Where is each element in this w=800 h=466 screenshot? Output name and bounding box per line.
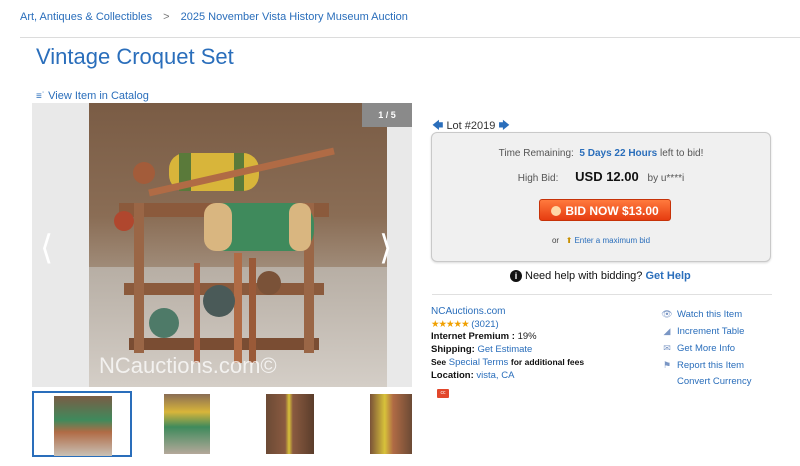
- bid-now-label: BID NOW $13.00: [565, 204, 659, 218]
- watch-item-link[interactable]: 👁 Watch this Item: [661, 306, 751, 323]
- flag-icon: ⚑: [662, 360, 672, 370]
- bidding-help: i Need help with bidding? Get Help: [510, 270, 691, 282]
- thumbnail-strip: [32, 391, 450, 459]
- report-item-link[interactable]: ⚑ Report this Item: [661, 357, 751, 374]
- view-catalog-label: View Item in Catalog: [48, 90, 149, 102]
- arrow-left-icon[interactable]: 🡄: [432, 120, 443, 132]
- photo-watermark: NCauctions.com©: [99, 353, 277, 378]
- breadcrumb-separator: >: [163, 11, 170, 23]
- time-remaining-suffix: left to bid!: [660, 148, 704, 159]
- high-bidder: by u****i: [647, 173, 685, 184]
- bid-panel: Time Remaining: 5 Days 22 Hours left to …: [431, 132, 771, 262]
- chevron-left-icon[interactable]: ⟨: [40, 231, 53, 265]
- breadcrumb: Art, Antiques & Collectibles > 2025 Nove…: [20, 11, 408, 23]
- increment-table-link[interactable]: ◢ Increment Table: [661, 323, 751, 340]
- time-remaining-value: 5 Days 22 Hours: [579, 148, 658, 159]
- item-actions: 👁 Watch this Item ◢ Increment Table ✉ Get M…: [661, 306, 751, 390]
- panel-divider: [432, 294, 772, 295]
- rating-count-link[interactable]: (3021): [471, 319, 498, 330]
- high-bid-amount: USD 12.00: [575, 169, 639, 184]
- arrow-up-icon: ⬆: [565, 236, 573, 245]
- eye-icon: 👁: [661, 309, 673, 319]
- thumbnail-image: [164, 394, 210, 454]
- thumbnail-1[interactable]: [32, 391, 132, 457]
- credit-card-badge-icon: cc: [437, 389, 449, 398]
- shipping-estimate-link[interactable]: Get Estimate: [477, 344, 532, 355]
- thumbnail-2[interactable]: [138, 391, 238, 457]
- more-info-label: Get More Info: [677, 343, 736, 354]
- help-text: Need help with bidding?: [525, 270, 643, 282]
- thumbnail-image: [266, 394, 314, 454]
- main-photo[interactable]: NCauctions.com© ⛶: [89, 103, 387, 387]
- max-bid-row: or ⬆ Enter a maximum bid: [432, 236, 770, 245]
- convert-currency-label: Convert Currency: [677, 376, 752, 387]
- location-link[interactable]: vista, CA: [476, 370, 514, 381]
- croquet-rack-illustration: [114, 147, 335, 363]
- watch-item-label: Watch this Item: [677, 309, 743, 320]
- special-terms-link[interactable]: Special Terms: [449, 357, 509, 368]
- bid-now-button[interactable]: BID NOW $13.00: [539, 199, 671, 221]
- increment-table-label: Increment Table: [677, 326, 745, 337]
- more-info-link[interactable]: ✉ Get More Info: [661, 340, 751, 357]
- rating-stars: ★★★★★: [431, 318, 470, 330]
- time-remaining-row: Time Remaining: 5 Days 22 Hours left to …: [432, 148, 770, 159]
- convert-currency-link[interactable]: Convert Currency: [661, 374, 751, 390]
- premium-label: Internet Premium :: [431, 331, 515, 343]
- location-label: Location:: [431, 369, 474, 381]
- seller-name-link[interactable]: NCAuctions.com: [431, 306, 505, 317]
- image-gallery: NCauctions.com© ⛶ 1 / 5 ⟨ ⟩: [32, 103, 412, 387]
- breadcrumb-link-category[interactable]: Art, Antiques & Collectibles: [20, 11, 152, 23]
- breadcrumb-link-auction[interactable]: 2025 November Vista History Museum Aucti…: [181, 11, 408, 23]
- chevron-right-icon[interactable]: ⟩: [379, 231, 392, 265]
- mail-icon: ✉: [663, 343, 671, 353]
- arrow-right-icon[interactable]: 🡆: [498, 120, 509, 132]
- terms-prefix: See: [431, 357, 447, 368]
- thumbnail-image: [54, 396, 112, 456]
- image-counter: 1 / 5: [362, 103, 412, 127]
- high-bid-row: High Bid: USD 12.00 by u****i: [432, 169, 770, 184]
- premium-value: 19%: [517, 331, 537, 343]
- info-icon: i: [510, 270, 522, 282]
- header-divider: [20, 37, 800, 38]
- bulb-icon: [551, 206, 562, 216]
- thumbnail-4[interactable]: [350, 391, 450, 457]
- thumbnail-3[interactable]: [244, 391, 344, 457]
- high-bid-label: High Bid:: [517, 173, 559, 184]
- max-bid-link[interactable]: Enter a maximum bid: [574, 236, 650, 245]
- seller-info: NCAuctions.com ★★★★★ (3021) Internet Pre…: [431, 306, 584, 383]
- max-bid-prefix: or: [551, 236, 560, 245]
- thumbnail-image: [370, 394, 412, 454]
- time-remaining-label: Time Remaining:: [498, 148, 574, 159]
- view-catalog-link[interactable]: ≡˙ View Item in Catalog: [36, 90, 149, 102]
- list-icon: ≡˙: [36, 91, 46, 102]
- page-title: Vintage Croquet Set: [36, 44, 234, 69]
- shipping-label: Shipping:: [431, 343, 475, 355]
- lot-number: Lot #2019: [446, 120, 496, 132]
- terms-suffix: for additional fees: [510, 357, 585, 368]
- report-item-label: Report this Item: [677, 360, 745, 371]
- get-help-link[interactable]: Get Help: [645, 270, 690, 282]
- chart-icon: ◢: [663, 326, 671, 336]
